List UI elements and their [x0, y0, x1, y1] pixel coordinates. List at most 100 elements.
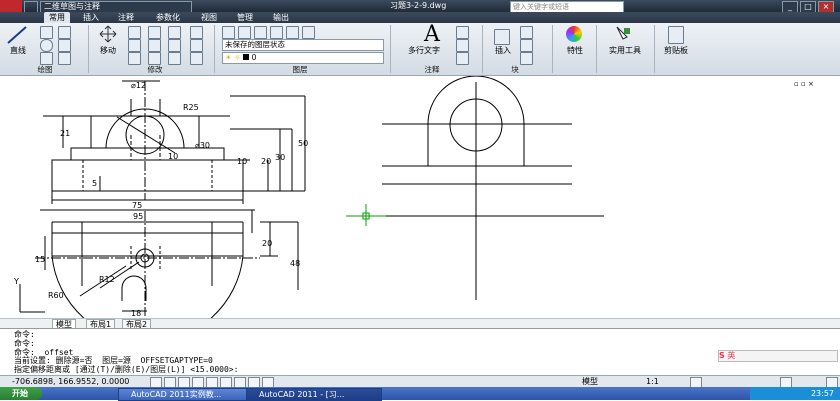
line-tool-icon[interactable]: [6, 25, 28, 45]
mtext-label[interactable]: 多行文字: [402, 45, 446, 56]
panel-modify-label[interactable]: 修改: [130, 65, 180, 75]
tab-view[interactable]: 视图: [196, 12, 222, 23]
taskbar-item-autocad[interactable]: AutoCAD 2011 - [习...: [246, 388, 382, 401]
explode-icon[interactable]: [190, 26, 203, 39]
erase-icon[interactable]: [168, 26, 181, 39]
tab-home[interactable]: 常用: [44, 12, 70, 23]
insert-block-label[interactable]: 插入: [490, 45, 516, 56]
taskbar: 开始 AutoCAD 2011实例教... AutoCAD 2011 - [习.…: [0, 387, 840, 401]
leader-icon[interactable]: [456, 39, 469, 52]
panel-separator: [214, 25, 215, 73]
dim-vertical-15: 15: [35, 255, 45, 264]
mirror-icon[interactable]: [148, 39, 161, 52]
scale-icon[interactable]: [148, 52, 161, 65]
dim-diameter-30: ⌀30: [195, 141, 210, 150]
move-tool-icon[interactable]: [98, 25, 118, 43]
viewport-minimize-icon[interactable]: ▫: [794, 80, 799, 88]
panel-separator: [482, 25, 483, 73]
tab-parametric[interactable]: 参数化: [148, 12, 188, 23]
ribbon-tabs: 常用 插入 注释 参数化 视图 管理 输出: [0, 12, 840, 23]
dim-vertical-5: 5: [92, 179, 97, 188]
mtext-icon[interactable]: A: [422, 23, 442, 47]
taskbar-item-tutorial[interactable]: AutoCAD 2011实例教...: [118, 388, 254, 401]
insert-block-icon[interactable]: [494, 29, 510, 45]
input-method-bar[interactable]: S 英: [718, 350, 838, 362]
tab-annotate[interactable]: 注释: [113, 12, 139, 23]
sun-icon: ☼: [234, 53, 241, 62]
edit-block-icon[interactable]: [520, 39, 533, 52]
annotation-scale[interactable]: 1:1: [646, 377, 659, 387]
circle-icon[interactable]: [40, 39, 53, 52]
arc-icon[interactable]: [40, 52, 53, 65]
crosshair-cursor: [346, 204, 386, 226]
dim-horizontal-75: 75: [132, 201, 142, 210]
rectangle-icon[interactable]: [58, 39, 71, 52]
join-icon[interactable]: [190, 52, 203, 65]
stretch-icon[interactable]: [128, 52, 141, 65]
command-window[interactable]: 命令: 命令: 命令: _offset 当前设置: 删除源=否 图层=源 OFF…: [0, 328, 840, 376]
clipboard-label[interactable]: 剪贴板: [658, 45, 694, 56]
hatch-icon[interactable]: [58, 26, 71, 39]
panel-separator: [654, 25, 655, 73]
fillet-icon[interactable]: [168, 39, 181, 52]
offset-icon[interactable]: [190, 39, 203, 52]
properties-label[interactable]: 特性: [560, 45, 590, 56]
utilities-label[interactable]: 实用工具: [600, 45, 650, 56]
panel-separator: [596, 25, 597, 73]
layer-state-dropdown[interactable]: 未保存的图层状态: [222, 39, 384, 51]
utilities-icon[interactable]: [614, 25, 632, 43]
command-prompt[interactable]: 指定偏移距离或 [通过(T)/删除(E)/图层(L)] <15.0000>:: [14, 366, 238, 374]
viewport-restore-icon[interactable]: ▫: [801, 80, 806, 88]
clipboard-icon[interactable]: [668, 26, 684, 44]
title-bar: 二维草图与注释 习题3-2-9.dwg 键入关键字或短语 _ □ ×: [0, 0, 840, 13]
dimension-icon[interactable]: [456, 26, 469, 39]
tab-insert[interactable]: 插入: [78, 12, 104, 23]
layer-previous-icon[interactable]: [302, 26, 315, 39]
move-tool-label[interactable]: 移动: [94, 45, 122, 56]
table-icon[interactable]: [456, 52, 469, 65]
panel-layers-label[interactable]: 图层: [270, 65, 330, 75]
panel-separator: [88, 25, 89, 73]
command-history-line: 命令:: [14, 339, 35, 348]
viewport-close-icon[interactable]: ×: [808, 80, 814, 88]
layer-freeze-icon[interactable]: [254, 26, 267, 39]
layer-color-swatch: [243, 54, 250, 60]
lightbulb-icon: ☀: [225, 53, 232, 62]
layer-isolate-icon[interactable]: [238, 26, 251, 39]
panel-annotation-label[interactable]: 注释: [412, 65, 452, 75]
layer-properties-icon[interactable]: [222, 26, 235, 39]
layer-lock-icon[interactable]: [270, 26, 283, 39]
start-button[interactable]: 开始: [0, 387, 42, 400]
rotate-icon[interactable]: [128, 26, 141, 39]
attribute-icon[interactable]: [520, 52, 533, 65]
panel-block-label[interactable]: 块: [500, 65, 530, 75]
ime-lang-icon[interactable]: 英: [727, 351, 735, 360]
layer-dropdown[interactable]: ☀ ☼ 0: [222, 52, 384, 64]
line-tool-label[interactable]: 直线: [6, 45, 30, 56]
model-space-label[interactable]: 模型: [582, 377, 598, 387]
panel-draw-label[interactable]: 绘图: [20, 65, 70, 75]
tab-manage[interactable]: 管理: [232, 12, 258, 23]
layer-match-icon[interactable]: [286, 26, 299, 39]
app-logo-icon[interactable]: [0, 0, 22, 12]
dim-radius-60: R60: [48, 291, 64, 300]
dim-vertical-21: 21: [60, 129, 70, 138]
polyline-icon[interactable]: [40, 26, 53, 39]
coordinates-readout[interactable]: -706.6898, 166.9552, 0.0000: [12, 377, 129, 387]
region-icon[interactable]: [58, 52, 71, 65]
viewport-controls[interactable]: ▫ ▫ ×: [794, 80, 830, 88]
current-layer-name: 0: [251, 53, 257, 62]
array-icon[interactable]: [168, 52, 181, 65]
front-view: [43, 80, 306, 204]
copy-icon[interactable]: [128, 39, 141, 52]
properties-icon[interactable]: [566, 26, 582, 42]
dim-vertical-10: 10: [237, 157, 247, 166]
trim-icon[interactable]: [148, 26, 161, 39]
create-block-icon[interactable]: [520, 26, 533, 39]
ime-logo-icon: S: [719, 351, 725, 360]
tray-clock: 23:57: [810, 389, 834, 398]
ucs-icon: [19, 284, 45, 313]
drawing-canvas[interactable]: ⌀12 R25 ⌀30 21 10 10 20 30 50 5 75 95 15…: [0, 76, 840, 318]
tab-output[interactable]: 输出: [268, 12, 294, 23]
dim-horizontal-95: 95: [133, 212, 143, 221]
